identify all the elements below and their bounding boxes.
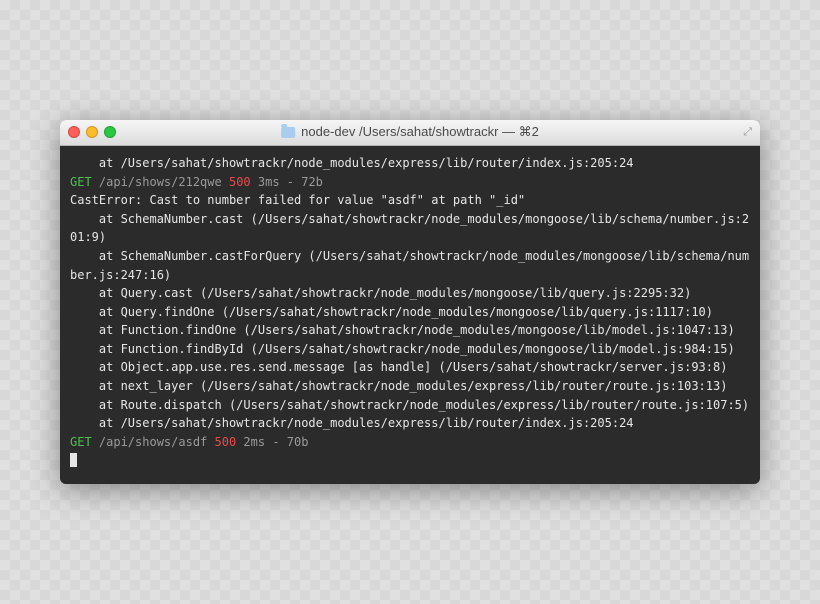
terminal-line: at Function.findById (/Users/sahat/showt… [70, 340, 750, 359]
terminal-text: at Query.findOne (/Users/sahat/showtrack… [70, 305, 713, 319]
terminal-line: GET /api/shows/212qwe 500 3ms - 72b [70, 173, 750, 192]
terminal-line: at SchemaNumber.cast (/Users/sahat/showt… [70, 210, 750, 247]
minimize-button[interactable] [86, 126, 98, 138]
terminal-text: 500 [229, 175, 251, 189]
window-title: node-dev /Users/sahat/showtrackr — ⌘2 [301, 124, 539, 140]
prompt-line [70, 451, 750, 470]
window-title-group: node-dev /Users/sahat/showtrackr — ⌘2 [281, 124, 539, 140]
folder-icon [281, 127, 295, 138]
terminal-text: /api/shows/212qwe [92, 175, 229, 189]
terminal-text: at /Users/sahat/showtrackr/node_modules/… [70, 156, 634, 170]
terminal-text: /api/shows/asdf [92, 435, 215, 449]
terminal-text: at Object.app.use.res.send.message [as h… [70, 360, 727, 374]
terminal-text: at /Users/sahat/showtrackr/node_modules/… [70, 416, 634, 430]
terminal-text: at SchemaNumber.castForQuery (/Users/sah… [70, 249, 749, 282]
terminal-text: GET [70, 175, 92, 189]
terminal-text: CastError: Cast to number failed for val… [70, 193, 525, 207]
terminal-text: at next_layer (/Users/sahat/showtrackr/n… [70, 379, 727, 393]
expand-icon[interactable]: ⤢ [743, 126, 752, 139]
terminal-text: GET [70, 435, 92, 449]
terminal-line: at Query.findOne (/Users/sahat/showtrack… [70, 303, 750, 322]
traffic-lights [68, 126, 116, 138]
terminal-text: at SchemaNumber.cast (/Users/sahat/showt… [70, 212, 749, 245]
terminal-text: 2ms - 70b [236, 435, 308, 449]
zoom-button[interactable] [104, 126, 116, 138]
terminal-line: CastError: Cast to number failed for val… [70, 191, 750, 210]
terminal-line: at Function.findOne (/Users/sahat/showtr… [70, 321, 750, 340]
terminal-line: at Route.dispatch (/Users/sahat/showtrac… [70, 396, 750, 415]
titlebar[interactable]: node-dev /Users/sahat/showtrackr — ⌘2 ⤢ [60, 120, 760, 146]
terminal-line: GET /api/shows/asdf 500 2ms - 70b [70, 433, 750, 452]
terminal-window: node-dev /Users/sahat/showtrackr — ⌘2 ⤢ … [60, 120, 760, 484]
terminal-text: at Function.findOne (/Users/sahat/showtr… [70, 323, 735, 337]
terminal-text: at Query.cast (/Users/sahat/showtrackr/n… [70, 286, 691, 300]
terminal-text: 3ms - 72b [251, 175, 323, 189]
terminal-line: at /Users/sahat/showtrackr/node_modules/… [70, 414, 750, 433]
terminal-line: at Object.app.use.res.send.message [as h… [70, 358, 750, 377]
close-button[interactable] [68, 126, 80, 138]
terminal-line: at SchemaNumber.castForQuery (/Users/sah… [70, 247, 750, 284]
cursor [70, 453, 77, 467]
terminal-line: at /Users/sahat/showtrackr/node_modules/… [70, 154, 750, 173]
terminal-text: at Route.dispatch (/Users/sahat/showtrac… [70, 398, 749, 412]
terminal-text: 500 [215, 435, 237, 449]
terminal-output[interactable]: at /Users/sahat/showtrackr/node_modules/… [60, 146, 760, 484]
terminal-line: at next_layer (/Users/sahat/showtrackr/n… [70, 377, 750, 396]
terminal-line: at Query.cast (/Users/sahat/showtrackr/n… [70, 284, 750, 303]
terminal-text: at Function.findById (/Users/sahat/showt… [70, 342, 735, 356]
